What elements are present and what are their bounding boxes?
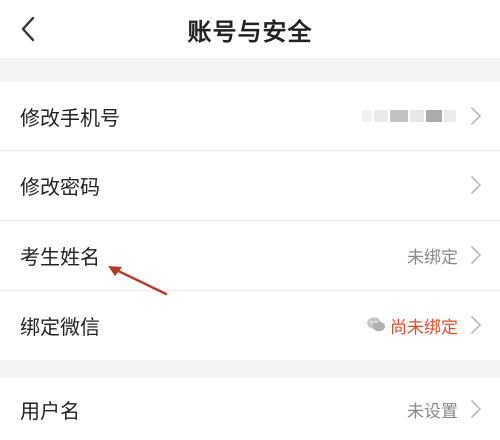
wechat-icon [367, 317, 385, 332]
back-button[interactable] [14, 14, 42, 44]
wechat-binding-status: 尚未绑定 [366, 313, 458, 338]
binding-status: 未绑定 [407, 247, 458, 268]
chevron-right-icon [471, 400, 481, 418]
row-label: 绑定微信 [20, 314, 100, 339]
page-title: 账号与安全 [187, 17, 313, 46]
row-label: 考生姓名 [20, 244, 100, 269]
row-label: 用户名 [20, 398, 80, 423]
change-phone-row[interactable]: 修改手机号 [0, 82, 500, 150]
chevron-right-icon [471, 246, 481, 264]
change-password-row[interactable]: 修改密码 [0, 150, 500, 220]
chevron-right-icon [471, 316, 481, 334]
username-status: 未设置 [407, 401, 458, 422]
top-navigation-bar: 账号与安全 [0, 0, 500, 58]
masked-phone-number [362, 110, 456, 122]
red-arrow-annotation [108, 266, 168, 296]
account-group: 用户名 未设置 [0, 378, 500, 440]
security-settings-group: 修改手机号 修改密码 考生姓名 未绑定 绑定微信 尚未绑定 [0, 82, 500, 360]
row-label: 修改密码 [20, 174, 100, 199]
bind-wechat-row[interactable]: 绑定微信 尚未绑定 [0, 290, 500, 360]
username-row[interactable]: 用户名 未设置 [0, 378, 500, 440]
chevron-right-icon [471, 107, 481, 125]
wechat-status-text: 尚未绑定 [390, 317, 458, 338]
chevron-right-icon [471, 176, 481, 194]
chevron-left-icon [21, 16, 35, 42]
candidate-name-row[interactable]: 考生姓名 未绑定 [0, 220, 500, 290]
row-label: 修改手机号 [20, 105, 120, 130]
